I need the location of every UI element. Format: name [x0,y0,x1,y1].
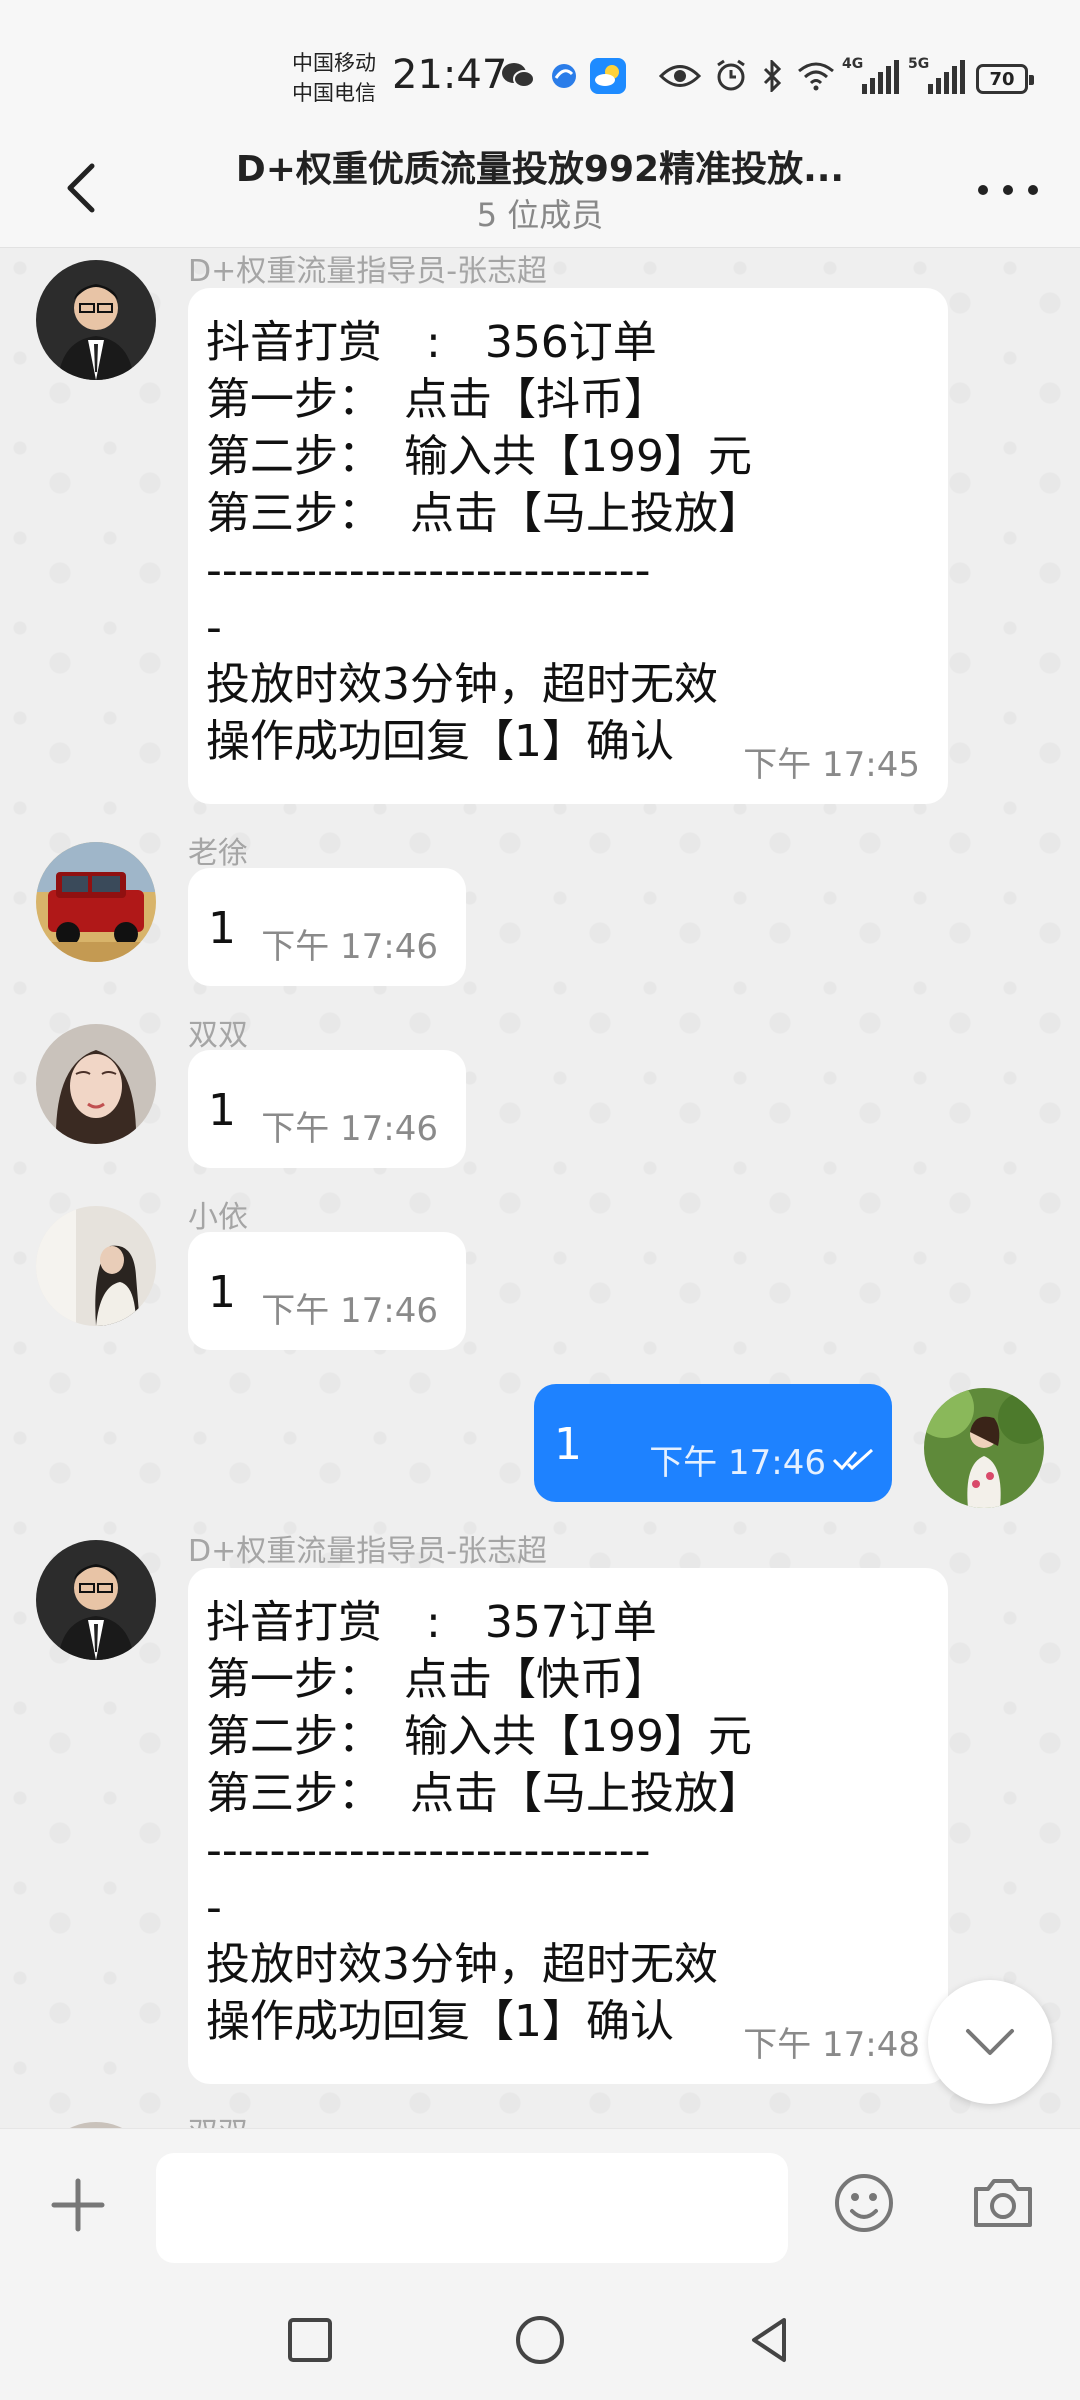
system-nav-bar [0,2280,1080,2400]
message-time: 下午 17:46 [261,1109,438,1149]
group-title[interactable]: D+权重优质流量投放992精准投放... [160,140,920,192]
eye-icon [658,58,702,94]
message-line: 投放时效3分钟，超时无效 [206,659,718,710]
member-count[interactable]: 5 位成员 [160,190,920,236]
sender-name: 双双 [188,1018,248,1053]
wifi-icon [796,58,836,94]
bluetooth-icon [760,58,786,94]
avatar[interactable] [36,1206,156,1326]
battery-icon: 70 [976,64,1034,94]
message-line: 抖音打赏 : 357订单 [206,1597,657,1648]
more-dot-icon [978,185,988,195]
avatar[interactable] [36,1024,156,1144]
message-line: 第二步： 输入共【199】元 [206,431,752,482]
recents-button[interactable] [280,2310,340,2370]
double-check-icon [832,1448,874,1471]
chevron-down-icon [966,2029,1014,2055]
home-button[interactable] [510,2310,570,2370]
message-bubble[interactable]: 1 下午 17:46 [188,868,466,986]
message-line: 第三步： 点击【马上投放】 [206,1768,762,1819]
message-line: 抖音打赏 : 356订单 [206,317,657,368]
message-line: 投放时效3分钟，超时无效 [206,1939,718,1990]
message-line: 第三步： 点击【马上投放】 [206,488,762,539]
emoji-button[interactable] [832,2171,896,2235]
scroll-to-bottom-button[interactable] [928,1980,1052,2104]
square-icon [288,2318,332,2362]
message-text: 抖音打赏 : 356订单 第一步： 点击【抖币】第二步： 输入共【199】元 第三步… [188,288,948,770]
chat-message-list[interactable]: D+权重流量指导员-张志超 抖音打赏 : 356订单 第一步： 点击【抖币】第二步… [0,248,1080,2128]
message-line: - [206,602,222,653]
weather-icon [590,58,626,94]
message-bubble[interactable]: 抖音打赏 : 356订单 第一步： 点击【抖币】第二步： 输入共【199】元 第三步… [188,288,948,804]
alarm-icon [712,58,750,94]
message-text: 抖音打赏 : 357订单 第一步： 点击【快币】第二步： 输入共【199】元 第三步… [188,1568,948,2050]
sender-name: 小依 [188,1200,248,1235]
circle-icon [516,2316,564,2364]
back-nav-button[interactable] [740,2310,800,2370]
more-dot-icon [1028,185,1038,195]
message-line: - [206,1882,222,1933]
network-label-1: 4G [842,56,864,72]
more-options-button[interactable] [978,170,1038,210]
chat-header: D+权重优质流量投放992精准投放... 5 位成员 [0,130,1080,248]
network-label-2: 5G [908,56,930,72]
message-input[interactable] [156,2153,788,2263]
emoji-icon [835,2174,893,2232]
signal-icon-2 [928,60,965,94]
avatar[interactable] [36,842,156,962]
signal-icon [862,60,899,94]
plus-icon [51,2178,105,2232]
message-line: ---------------------------- [206,545,651,596]
message-input-bar [0,2128,1080,2280]
avatar[interactable] [36,260,156,380]
message-bubble[interactable]: 1 下午 17:46 [188,1232,466,1350]
message-time: 下午 17:46 [649,1443,826,1483]
attach-button[interactable] [48,2175,108,2235]
back-button[interactable] [56,152,116,222]
message-time: 下午 17:46 [261,927,438,967]
my-avatar[interactable] [924,1388,1044,1508]
carrier-names: 中国移动 中国电信 [292,48,376,108]
sender-name: 老徐 [188,836,248,871]
message-line: 第一步： 点击【抖币】 [206,374,668,425]
sender-name: 双双 [188,2108,248,2128]
sender-name: D+权重流量指导员-张志超 [188,254,548,289]
message-time: 下午 17:48 [743,2025,920,2065]
avatar[interactable] [36,1540,156,1660]
more-dot-icon [1003,185,1013,195]
status-time: 21:47 [392,52,508,98]
carrier-1: 中国移动 [292,51,376,75]
wechat-icon [500,58,536,94]
message-bubble[interactable]: 抖音打赏 : 357订单 第一步： 点击【快币】第二步： 输入共【199】元 第三步… [188,1568,948,2084]
message-line: ---------------------------- [206,1825,651,1876]
camera-icon [974,2179,1032,2227]
message-line: 第一步： 点击【快币】 [206,1654,668,1705]
message-line: 第二步： 输入共【199】元 [206,1711,752,1762]
sender-name: D+权重流量指导员-张志超 [188,1534,548,1569]
triangle-back-icon [752,2318,786,2362]
browser-icon [548,58,580,94]
message-bubble[interactable]: 1 下午 17:46 [188,1050,466,1168]
chevron-left-icon [67,163,95,213]
my-message-bubble[interactable]: 1 下午 17:46 [534,1384,892,1502]
message-time: 下午 17:45 [743,745,920,785]
status-bar: 中国移动 中国电信 21:47 4G 5G 70 [0,0,1080,130]
carrier-2: 中国电信 [292,81,376,105]
camera-button[interactable] [970,2173,1036,2233]
message-time: 下午 17:46 [261,1291,438,1331]
